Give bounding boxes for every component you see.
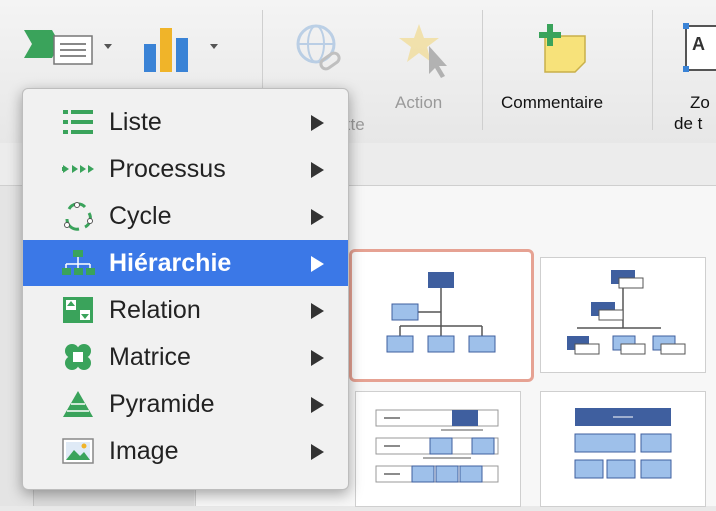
menu-item-processus[interactable]: Processus <box>23 146 348 192</box>
smartart-button[interactable] <box>22 24 122 72</box>
org-chart-icon <box>567 270 686 355</box>
action-button[interactable]: Action <box>385 20 475 135</box>
comment-button[interactable]: Commentaire <box>495 20 645 135</box>
text-box-label-line2: de t <box>674 114 703 133</box>
text-box-icon: A <box>683 23 716 72</box>
hierarchy-layout-thumb-3[interactable] <box>355 391 521 507</box>
submenu-arrow-icon <box>311 444 324 460</box>
hierarchy-layout-thumb-4[interactable] <box>540 391 706 507</box>
org-chart-icon <box>386 272 496 353</box>
menu-item-relation[interactable]: Relation <box>23 287 348 333</box>
table-hierarchy-icon <box>574 408 672 479</box>
chart-button[interactable] <box>140 24 230 76</box>
hierarchy-layout-thumb-2[interactable] <box>540 257 706 373</box>
submenu-arrow-icon <box>311 350 324 366</box>
smartart-category-menu: Liste Processus Cycle Hiérarchie Relatio… <box>22 88 349 490</box>
bar-chart-icon <box>144 28 188 72</box>
submenu-arrow-icon <box>311 162 324 178</box>
new-comment-icon <box>539 24 586 73</box>
hierarchy-layout-thumb-1[interactable] <box>349 249 534 382</box>
menu-item-liste[interactable]: Liste <box>23 99 348 145</box>
menu-item-label: Matrice <box>109 343 191 371</box>
ribbon-separator <box>652 10 653 130</box>
list-icon <box>63 110 93 134</box>
menu-item-hierarchie[interactable]: Hiérarchie <box>23 240 348 286</box>
text-box-button[interactable]: A Zo de t <box>668 20 716 135</box>
hierarchy-icon <box>62 250 95 275</box>
relation-icon <box>63 297 93 323</box>
submenu-arrow-icon <box>311 256 324 272</box>
process-arrows-icon <box>62 165 94 173</box>
menu-item-label: Liste <box>109 108 162 136</box>
image-icon <box>62 438 94 464</box>
menu-item-label: Pyramide <box>109 390 215 418</box>
menu-item-cycle[interactable]: Cycle <box>23 193 348 239</box>
menu-item-label: Relation <box>109 296 201 324</box>
matrix-icon <box>65 344 91 370</box>
submenu-arrow-icon <box>311 303 324 319</box>
text-box-label-line1: Zo <box>690 93 710 112</box>
dropdown-caret-icon <box>104 44 112 49</box>
menu-item-image[interactable]: Image <box>23 428 348 474</box>
menu-item-label: Cycle <box>109 202 172 230</box>
comment-label: Commentaire <box>501 93 604 112</box>
globe-link-icon <box>296 24 341 71</box>
menu-item-matrice[interactable]: Matrice <box>23 334 348 380</box>
horizontal-hierarchy-icon <box>375 409 499 483</box>
menu-item-label: Processus <box>109 155 226 183</box>
menu-item-label: Image <box>109 437 179 465</box>
smartart-icon <box>24 30 93 65</box>
menu-item-pyramide[interactable]: Pyramide <box>23 381 348 427</box>
submenu-arrow-icon <box>311 209 324 225</box>
svg-text:A: A <box>692 34 705 54</box>
action-label: Action <box>395 93 443 112</box>
star-cursor-icon <box>399 24 447 78</box>
submenu-arrow-icon <box>311 397 324 413</box>
menu-item-label: Hiérarchie <box>109 249 232 277</box>
dropdown-caret-icon <box>210 44 218 49</box>
ribbon-separator <box>482 10 483 130</box>
submenu-arrow-icon <box>311 115 324 131</box>
pyramid-icon <box>63 391 93 417</box>
cycle-icon <box>64 202 93 231</box>
